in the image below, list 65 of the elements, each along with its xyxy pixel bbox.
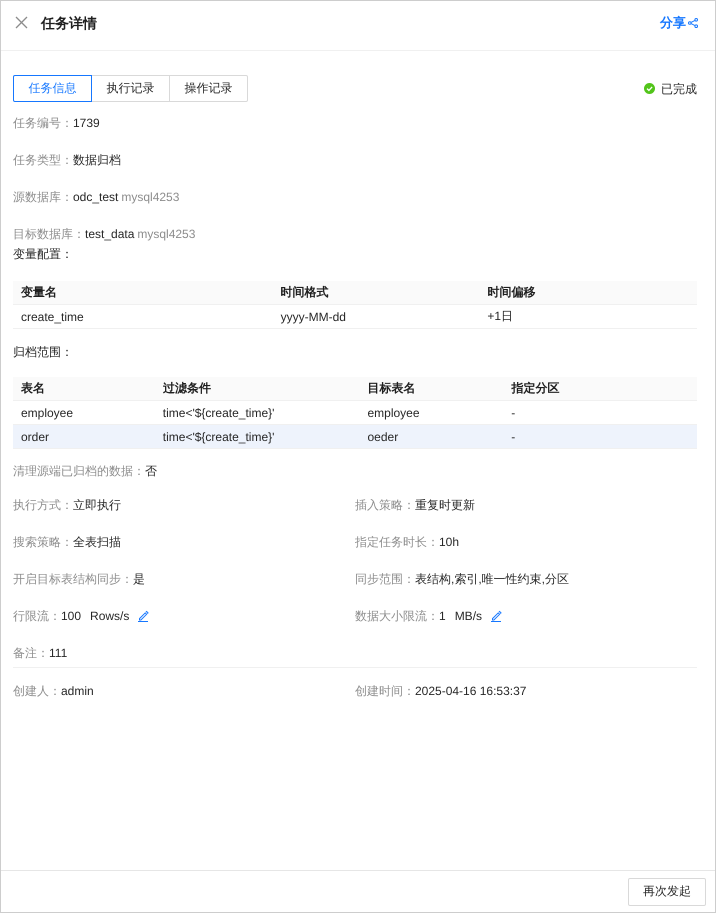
- column-header: 指定分区: [503, 377, 697, 400]
- field-value: test_data: [85, 226, 134, 243]
- column-header: 目标表名: [360, 377, 504, 400]
- field-label: 执行方式：: [13, 497, 73, 514]
- field-value: odc_test: [73, 189, 118, 206]
- field-value: 1: [439, 608, 446, 625]
- tab[interactable]: 操作记录: [169, 75, 248, 102]
- table-row[interactable]: order time<'${create_time}' oeder -: [13, 424, 697, 448]
- field-label: 创建时间：: [355, 683, 415, 700]
- column-header: 变量名: [13, 281, 273, 304]
- section-title: 变量配置：: [13, 246, 74, 263]
- field-value: 111: [49, 645, 68, 662]
- field-value: 重复时更新: [415, 497, 475, 514]
- table-cell: order: [13, 424, 155, 448]
- field-label: 创建人：: [13, 683, 61, 700]
- field-label: 任务类型：: [13, 152, 73, 169]
- share-icon: [688, 18, 698, 28]
- field-label: 源数据库：: [13, 189, 73, 206]
- field-label: 备注：: [13, 645, 49, 662]
- field-value: 是: [133, 571, 145, 588]
- check-circle-icon: [644, 83, 655, 94]
- field-label: 行限流：: [13, 608, 61, 625]
- table-cell: time<'${create_time}': [154, 424, 360, 448]
- field-value: 100: [61, 608, 82, 625]
- field-value: 10h: [439, 534, 460, 551]
- field-label: 搜索策略：: [13, 534, 73, 551]
- section-title: 归档范围：: [13, 344, 74, 361]
- field-value: 表结构,索引,唯一性约束,分区: [415, 571, 570, 588]
- field-value: admin: [61, 683, 94, 700]
- tab[interactable]: 任务信息: [13, 75, 92, 102]
- resubmit-button[interactable]: 再次发起: [628, 878, 706, 906]
- field-label: 目标数据库：: [13, 226, 85, 243]
- field-label: 开启目标表结构同步：: [13, 571, 133, 588]
- field-value: 数据归档: [73, 152, 121, 169]
- tab[interactable]: 执行记录: [91, 75, 170, 102]
- field-label: 指定任务时长：: [355, 534, 439, 551]
- field-value: 立即执行: [73, 497, 121, 514]
- field-label: 插入策略：: [355, 497, 415, 514]
- status-label: 已完成: [661, 80, 697, 98]
- column-header: 时间格式: [272, 281, 480, 304]
- unit-label: Rows/s: [90, 608, 130, 625]
- window-title: 任务详情: [41, 14, 98, 32]
- share-button[interactable]: 分享: [660, 14, 698, 32]
- table-cell: create_time: [13, 304, 273, 328]
- edit-icon[interactable]: [137, 610, 150, 622]
- field-label: 清理源端已归档的数据：: [13, 463, 145, 480]
- unit-label: MB/s: [454, 608, 482, 625]
- instance-label: mysql4253: [137, 226, 196, 243]
- field-value: 1739: [73, 115, 100, 132]
- column-header: 时间偏移: [479, 281, 697, 304]
- field-value: 2025-04-16 16:53:37: [415, 683, 526, 700]
- field-label: 数据大小限流：: [355, 608, 439, 625]
- column-header: 过滤条件: [154, 377, 360, 400]
- column-header: 表名: [13, 377, 155, 400]
- table-cell: -: [503, 424, 697, 448]
- field-value: 否: [145, 463, 157, 480]
- table-cell: yyyy-MM-dd: [272, 304, 480, 328]
- field-label: 任务编号：: [13, 115, 73, 132]
- field-label: 同步范围：: [355, 571, 415, 588]
- field-value: 全表扫描: [73, 534, 121, 551]
- edit-icon[interactable]: [490, 610, 502, 622]
- table-cell: +1日: [479, 304, 697, 328]
- table-cell: oeder: [360, 424, 504, 448]
- instance-label: mysql4253: [121, 189, 180, 206]
- close-icon[interactable]: [15, 16, 28, 29]
